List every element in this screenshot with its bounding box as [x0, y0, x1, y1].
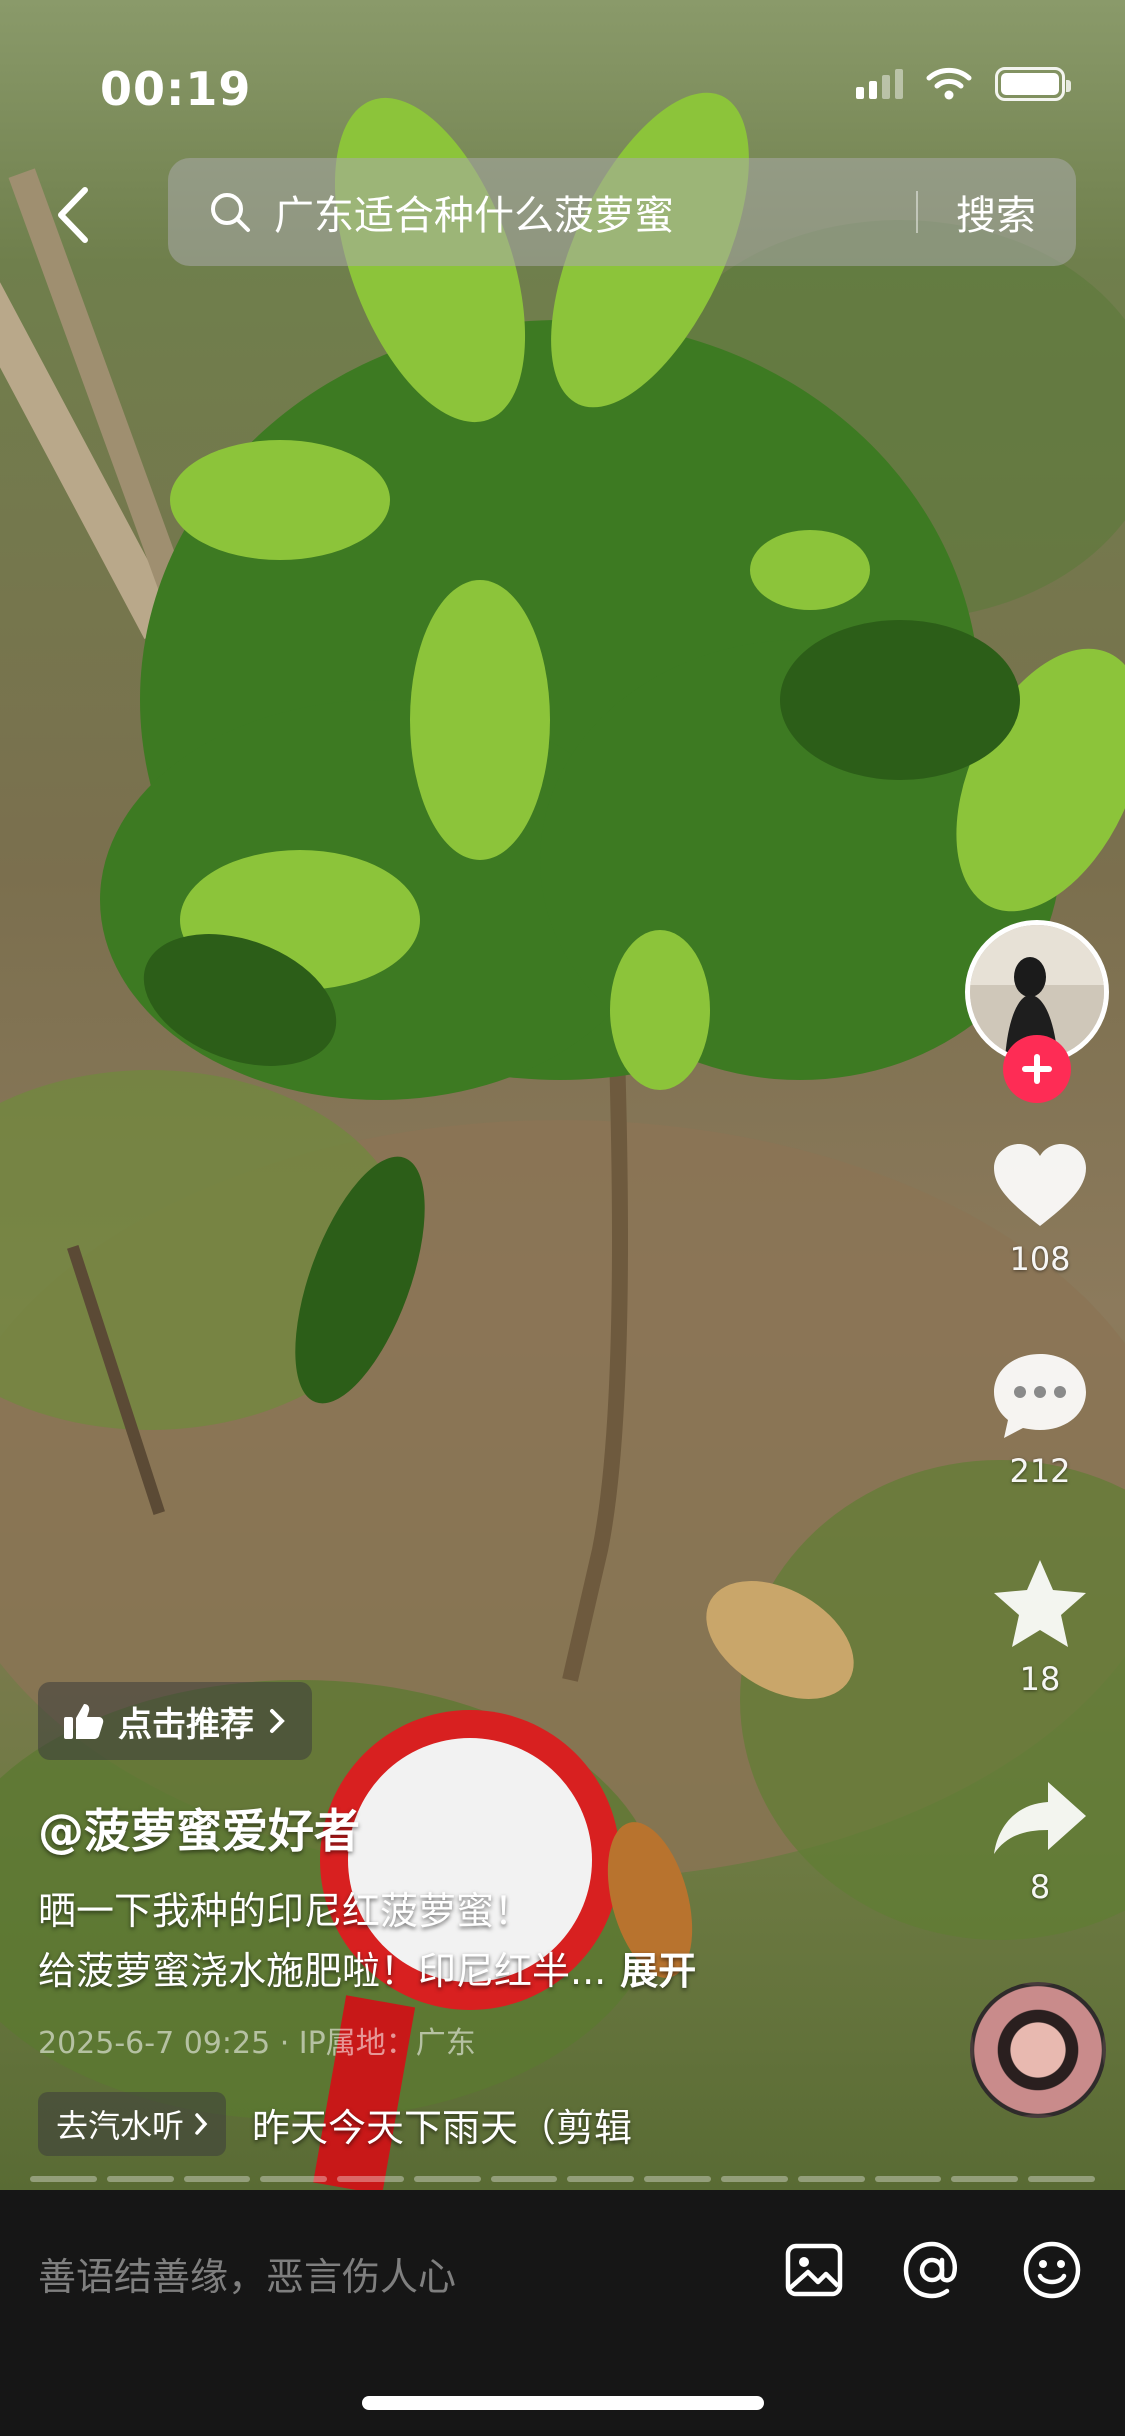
comment-action[interactable]: 212: [975, 1350, 1105, 1490]
video-description-line2: 给菠萝蜜浇水施肥啦！印尼红半... 展开: [38, 1940, 696, 1995]
comment-bubble-icon: [994, 1354, 1086, 1438]
share-count: 8: [1029, 1868, 1051, 1906]
at-mention-icon[interactable]: [900, 2238, 964, 2302]
search-button[interactable]: 搜索: [956, 183, 1036, 241]
thumbs-up-icon: [64, 1704, 104, 1739]
back-chevron-icon[interactable]: [45, 180, 105, 250]
plus-icon: [1022, 1054, 1052, 1084]
like-action[interactable]: 108: [975, 1142, 1105, 1278]
image-icon[interactable]: [782, 2238, 846, 2302]
comment-bar: 善语结善缘，恶言伤人心: [0, 2190, 1125, 2436]
search-query[interactable]: 广东适合种什么菠萝蜜: [274, 183, 916, 241]
expand-link[interactable]: 展开: [620, 1949, 696, 1993]
like-count: 108: [1009, 1240, 1071, 1278]
home-indicator[interactable]: [362, 2396, 764, 2410]
share-arrow-icon: [994, 1782, 1086, 1854]
status-time: 00:19: [100, 62, 252, 116]
status-icons: [856, 66, 1071, 102]
share-action[interactable]: 8: [975, 1778, 1105, 1906]
follow-plus-button[interactable]: [1003, 1035, 1071, 1103]
comment-count: 212: [1009, 1452, 1071, 1490]
comment-input[interactable]: 善语结善缘，恶言伤人心: [38, 2246, 456, 2301]
chevron-right-icon: [270, 1709, 285, 1733]
favorite-action[interactable]: 18: [975, 1558, 1105, 1698]
music-disc-avatar[interactable]: [970, 1982, 1106, 2118]
post-meta: 2025-6-7 09:25 · IP属地：广东: [38, 2026, 476, 2061]
video-description-line1: 晒一下我种的印尼红菠萝蜜！: [38, 1889, 533, 1933]
author-username[interactable]: @菠萝蜜爱好者: [38, 1795, 360, 1861]
favorite-count: 18: [1019, 1660, 1061, 1698]
music-row: 去汽水听 昨天今天下雨天（剪辑: [38, 2092, 632, 2156]
battery-icon: [995, 67, 1071, 101]
description-text: 给菠萝蜜浇水施肥啦！印尼红半...: [38, 1949, 607, 1993]
music-link-button[interactable]: 去汽水听: [38, 2092, 227, 2156]
search-icon: [211, 193, 250, 232]
wifi-icon: [926, 67, 972, 100]
recommend-button[interactable]: 点击推荐: [38, 1682, 312, 1760]
emoji-icon[interactable]: [1020, 2238, 1084, 2302]
search-divider: [916, 191, 918, 233]
music-title[interactable]: 昨天今天下雨天（剪辑: [252, 2097, 632, 2152]
video-frame[interactable]: [0, 0, 1125, 2190]
heart-icon: [994, 1144, 1086, 1226]
music-link-label: 去汽水听: [56, 2107, 185, 2145]
progress-segments[interactable]: [30, 2176, 1095, 2182]
star-icon: [994, 1560, 1086, 1647]
recommend-label: 点击推荐: [118, 1704, 254, 1745]
cellular-signal-icon: [856, 69, 903, 99]
chevron-right-icon: [195, 2113, 208, 2135]
search-bar[interactable]: 广东适合种什么菠萝蜜 搜索: [168, 158, 1076, 266]
